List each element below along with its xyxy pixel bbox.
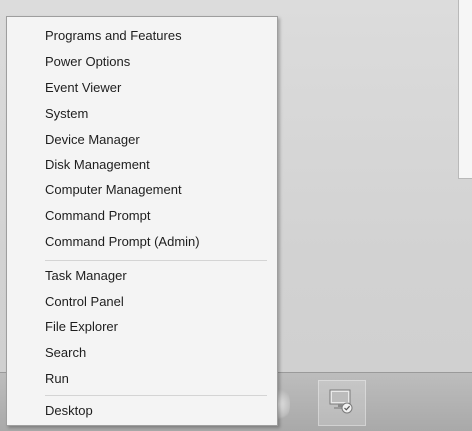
computer-icon (329, 389, 353, 414)
menu-item-control-panel[interactable]: Control Panel (7, 290, 277, 314)
menu-item-run[interactable]: Run (7, 367, 277, 391)
menu-item-file-explorer[interactable]: File Explorer (7, 315, 277, 339)
menu-item-event-viewer[interactable]: Event Viewer (7, 76, 277, 100)
menu-item-device-manager[interactable]: Device Manager (7, 128, 277, 152)
menu-item-system[interactable]: System (7, 102, 277, 126)
menu-item-power-options[interactable]: Power Options (7, 50, 277, 74)
menu-item-command-prompt[interactable]: Command Prompt (7, 204, 277, 228)
menu-item-task-manager[interactable]: Task Manager (7, 264, 277, 288)
menu-item-disk-management[interactable]: Disk Management (7, 153, 277, 177)
menu-separator (45, 260, 267, 261)
menu-separator (45, 395, 267, 396)
menu-item-desktop[interactable]: Desktop (7, 399, 277, 423)
menu-item-programs-and-features[interactable]: Programs and Features (7, 24, 277, 48)
menu-item-search[interactable]: Search (7, 341, 277, 365)
background-window-edge (458, 0, 472, 179)
menu-item-command-prompt-admin[interactable]: Command Prompt (Admin) (7, 230, 277, 254)
menu-item-computer-management[interactable]: Computer Management (7, 178, 277, 202)
power-user-context-menu: Programs and Features Power Options Even… (6, 16, 278, 426)
